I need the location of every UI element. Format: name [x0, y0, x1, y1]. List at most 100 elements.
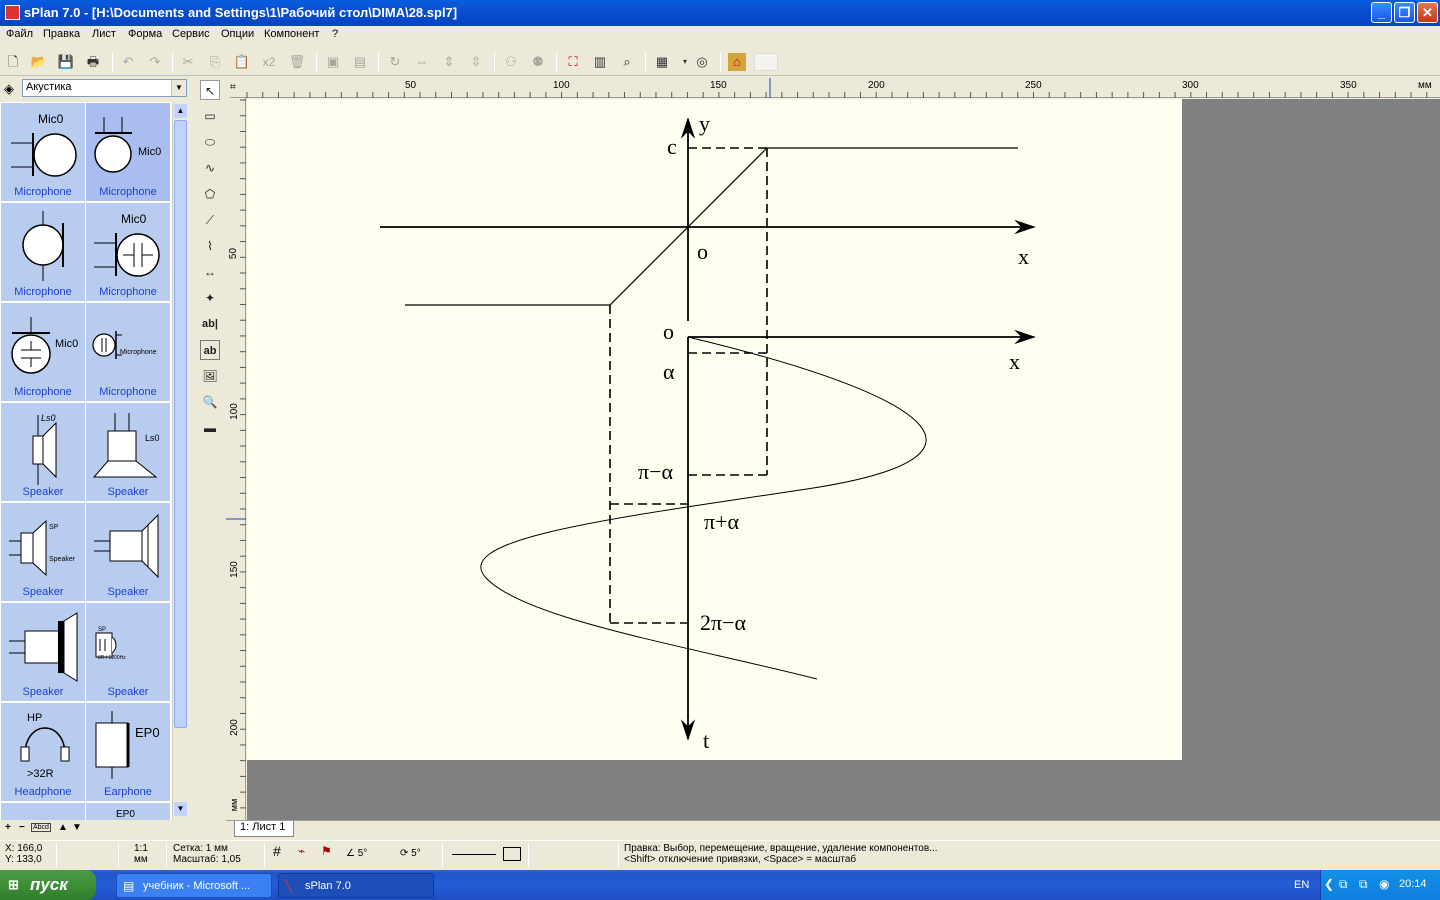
junction-icon[interactable]: ✦ [200, 288, 220, 308]
zoom-icon[interactable]: ◎ [693, 53, 711, 71]
ungroup-icon[interactable]: ⚉ [529, 53, 547, 71]
library-item-speaker[interactable]: Ls0 Speaker [1, 403, 86, 502]
bring-front-icon[interactable]: ▣ [324, 53, 342, 71]
open-folder-icon[interactable]: 📂 [30, 53, 48, 71]
cut-icon[interactable]: ✂ [179, 53, 197, 71]
magnet-icon[interactable]: ⚑ [321, 845, 332, 857]
image-icon[interactable]: 🖼 [200, 366, 220, 386]
menu-service[interactable]: Сервис [172, 28, 210, 40]
start-button[interactable]: ⊞ пуск [0, 870, 96, 900]
mirror-h-icon[interactable]: ⇔ [413, 53, 431, 71]
language-indicator[interactable]: EN [1294, 879, 1309, 891]
schematic-drawing[interactable]: y c o x o x α π−α π+α 2π−α t [247, 99, 1182, 760]
taskbar-item-splan[interactable]: ╲ sPlan 7.0 [278, 873, 434, 898]
tab-sheet-1[interactable]: 1: Лист 1 [234, 821, 294, 837]
print-icon[interactable]: 🖶 [84, 53, 102, 71]
library-item-microphone[interactable]: Microphone Microphone [86, 303, 171, 402]
close-button[interactable]: ✕ [1417, 2, 1438, 23]
text-preview-button[interactable]: Abcd [31, 823, 51, 832]
restore-button[interactable]: ❐ [1394, 2, 1415, 23]
tray-expand-icon[interactable]: ❮ [1324, 877, 1334, 891]
expand-icon[interactable]: + [5, 822, 11, 833]
library-item-headphone[interactable]: HP >32R Headphone [1, 703, 86, 802]
copy-icon[interactable]: ⎘ [206, 53, 224, 71]
rotate-step-icon[interactable]: ⟳ 5° [400, 848, 421, 859]
undo-icon[interactable]: ↶ [119, 53, 137, 71]
paste-icon[interactable]: 📋 [233, 53, 251, 71]
rectangle-icon[interactable]: ▭ [200, 106, 220, 126]
ruler-corner-icon[interactable]: ⌗ [230, 82, 236, 93]
network-icon[interactable]: ⧉ [1339, 877, 1348, 892]
library-item-partial[interactable]: EP0 [86, 803, 171, 820]
chevron-down-icon[interactable]: ▾ [676, 53, 694, 71]
zoom-magnifier-icon[interactable]: 🔍 [200, 392, 220, 412]
ellipse-icon[interactable]: ⬭ [200, 132, 220, 152]
library-editor-icon[interactable]: ⌂ [728, 53, 746, 71]
menu-shape[interactable]: Форма [128, 28, 162, 40]
save-icon[interactable]: 💾 [57, 53, 75, 71]
group-icon[interactable]: ⚇ [502, 53, 520, 71]
minimize-button[interactable]: _ [1371, 2, 1392, 23]
grid-toggle-icon[interactable]: # [273, 844, 281, 858]
redo-icon[interactable]: ↷ [146, 53, 164, 71]
snap-icon[interactable]: ⌁ [298, 845, 305, 857]
scroll-up-icon[interactable]: ▲ [174, 104, 187, 118]
menu-help[interactable]: ? [332, 28, 338, 40]
library-item-microphone[interactable]: Mic0 Microphone [1, 103, 86, 202]
textbox-icon[interactable]: ab [200, 340, 220, 360]
move-up-icon[interactable]: ▲ [58, 822, 68, 833]
library-scrollbar[interactable]: ▲ ▼ [172, 102, 188, 820]
move-down-icon[interactable]: ▼ [72, 822, 82, 833]
chevron-down-icon[interactable]: ▼ [171, 80, 186, 96]
antivirus-icon[interactable]: ◉ [1379, 877, 1389, 891]
line-icon[interactable]: ⟋ [200, 210, 220, 230]
library-item-partial[interactable] [1, 803, 86, 820]
freehand-icon[interactable]: ∿ [200, 158, 220, 178]
rotate-icon[interactable]: ↻ [386, 53, 404, 71]
scroll-thumb[interactable] [174, 120, 187, 728]
library-item-microphone[interactable]: Mic0 Microphone [86, 203, 171, 302]
find-binoculars-icon[interactable]: ⌕ [618, 53, 636, 71]
taskbar-item-word[interactable]: ▤ учебник - Microsoft ... [116, 873, 272, 898]
clock[interactable]: 20:14 [1399, 878, 1427, 890]
library-item-microphone[interactable]: Mic0 Microphone [86, 103, 171, 202]
menu-file[interactable]: Файл [6, 28, 33, 40]
scroll-down-icon[interactable]: ▼ [174, 802, 187, 816]
text-icon[interactable]: ab| [200, 314, 220, 334]
network-icon[interactable]: ⧉ [1359, 877, 1368, 892]
menu-edit[interactable]: Правка [43, 28, 80, 40]
library-item-earphone[interactable]: EP0 Earphone [86, 703, 171, 802]
align-icon[interactable]: ⇳ [467, 53, 485, 71]
menu-component[interactable]: Компонент [264, 28, 319, 40]
library-item-microphone[interactable]: Mic0 Microphone [1, 303, 86, 402]
netlist-icon[interactable]: ⛶ [564, 53, 582, 71]
menu-sheet[interactable]: Лист [92, 28, 116, 40]
library-item-speaker[interactable]: Speaker [1, 603, 86, 702]
new-file-icon[interactable]: 🗋 [4, 53, 22, 71]
parts-list-icon[interactable]: ▥ [591, 53, 609, 71]
dimension-icon[interactable]: ↔ [200, 262, 220, 282]
duplicate-x2-button[interactable]: x2 [260, 53, 278, 71]
library-item-microphone[interactable]: Microphone [1, 203, 86, 302]
library-item-speaker[interactable]: Ls0 Speaker [86, 403, 171, 502]
select-arrow-icon[interactable]: ↖ [200, 80, 220, 100]
measure-icon[interactable]: ▬ [200, 418, 220, 438]
hint-line-2: <Shift> отключение привязки, <Space> = м… [624, 854, 857, 865]
polygon-icon[interactable]: ⬠ [200, 184, 220, 204]
blank-tool-icon[interactable] [754, 53, 778, 71]
collapse-icon[interactable]: − [19, 822, 25, 833]
library-category-select[interactable]: Акустика ▼ [22, 79, 187, 97]
grid-icon[interactable]: ▦ [653, 53, 671, 71]
delete-icon[interactable]: 🗑 [288, 53, 306, 71]
mirror-v-icon[interactable]: ⇕ [440, 53, 458, 71]
send-back-icon[interactable]: ▤ [351, 53, 369, 71]
line-style-preview[interactable] [452, 854, 496, 855]
library-item-buzzer[interactable]: SP 8R / 1200Hz Speaker [86, 603, 171, 702]
library-item-speaker[interactable]: SP Speaker Speaker [1, 503, 86, 602]
bezier-icon[interactable]: ⌇ [200, 236, 220, 256]
main-toolbar: 🗋 📂 💾 🖶 ↶ ↷ ✂ ⎘ 📋 x2 🗑 ▣ ▤ ↻ ⇔ ⇕ ⇳ ⚇ ⚉ ⛶… [0, 48, 1440, 76]
fill-style-preview[interactable] [503, 847, 521, 861]
menu-options[interactable]: Опции [221, 28, 254, 40]
library-item-speaker[interactable]: Speaker [86, 503, 171, 602]
angle-step-icon[interactable]: ∠ 5° [346, 848, 367, 859]
